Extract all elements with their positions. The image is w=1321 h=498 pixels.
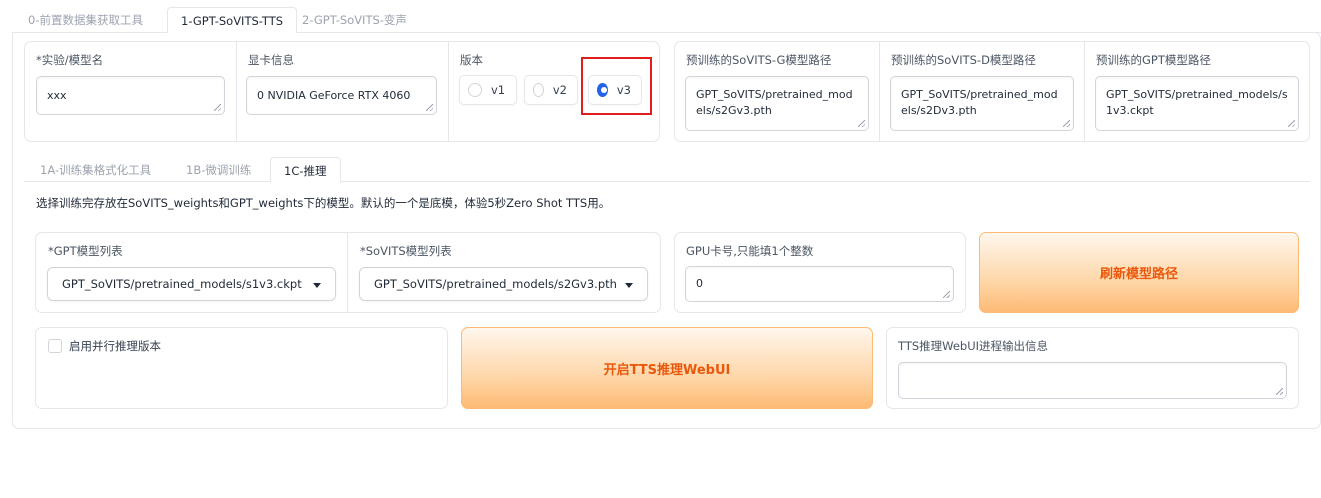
sovits-g-path-value: GPT_SoVITS/pretrained_models/s2Gv3.pth (696, 88, 853, 117)
resize-handle-icon[interactable] (943, 291, 950, 298)
gpu-number-input[interactable]: 0 (685, 266, 954, 302)
resize-handle-icon[interactable] (1276, 388, 1283, 395)
inference-description: 选择训练完存放在SoVITS_weights和GPT_weights下的模型。默… (36, 196, 611, 210)
version-radio-v1[interactable]: v1 (459, 75, 517, 105)
tab-voice-change[interactable]: 2-GPT-SoVITS-变声 (302, 7, 407, 33)
divider (879, 42, 880, 141)
divider (236, 42, 237, 141)
parallel-inference-checkbox[interactable] (48, 339, 62, 353)
tab-inference[interactable]: 1C-推理 (270, 157, 341, 183)
gpt-model-dropdown[interactable]: GPT_SoVITS/pretrained_models/s1v3.ckpt (47, 267, 336, 301)
divider (347, 233, 348, 312)
resize-handle-icon[interactable] (1063, 120, 1070, 127)
gpu-number-label: GPU卡号,只能填1个整数 (686, 244, 814, 258)
tab-gpt-sovits-tts[interactable]: 1-GPT-SoVITS-TTS (167, 7, 298, 33)
top-tab-bar: 0-前置数据集获取工具 1-GPT-SoVITS-TTS 2-GPT-SoVIT… (0, 0, 1321, 34)
radio-circle-icon (533, 83, 544, 97)
output-info-textbox[interactable] (898, 362, 1287, 399)
output-info-label: TTS推理WebUI进程输出信息 (898, 339, 1049, 353)
refresh-model-button[interactable]: 刷新模型路径 (979, 232, 1299, 313)
tab-finetune[interactable]: 1B-微调训练 (186, 157, 251, 183)
version-v2-label: v2 (552, 83, 567, 97)
sovits-d-path-value: GPT_SoVITS/pretrained_models/s2Dv3.pth (901, 88, 1058, 117)
gpu-info-value: 0 NVIDIA GeForce RTX 4060 (257, 89, 411, 102)
tab-data-tools[interactable]: 0-前置数据集获取工具 (28, 7, 143, 33)
sovits-d-path-input[interactable]: GPT_SoVITS/pretrained_models/s2Dv3.pth (890, 76, 1074, 131)
sovits-model-selected: GPT_SoVITS/pretrained_models/s2Gv3.pth (374, 277, 617, 291)
sovits-g-label: 预训练的SoVITS-G模型路径 (686, 53, 832, 67)
version-radio-v2[interactable]: v2 (524, 75, 578, 105)
resize-handle-icon[interactable] (426, 104, 433, 111)
gpu-info-field[interactable]: 0 NVIDIA GeForce RTX 4060 (246, 76, 437, 115)
caret-down-icon (313, 283, 321, 288)
sovits-list-label: *SoVITS模型列表 (360, 244, 452, 258)
gpu-number-value: 0 (696, 277, 703, 290)
experiment-name-label: *实验/模型名 (36, 53, 104, 67)
radio-circle-icon (468, 83, 482, 97)
gpt-list-label: *GPT模型列表 (48, 244, 123, 258)
caret-down-icon (625, 283, 633, 288)
highlight-box (581, 57, 652, 115)
sovits-g-path-input[interactable]: GPT_SoVITS/pretrained_models/s2Gv3.pth (685, 76, 869, 131)
version-v1-label: v1 (491, 83, 506, 97)
gpt-path-value: GPT_SoVITS/pretrained_models/s1v3.ckpt (1106, 88, 1288, 117)
version-label: 版本 (460, 53, 483, 67)
divider (448, 42, 449, 141)
tab-dataset-format[interactable]: 1A-训练集格式化工具 (40, 157, 151, 183)
resize-handle-icon[interactable] (214, 104, 221, 111)
divider (1084, 42, 1085, 141)
parallel-inference-label[interactable]: 启用并行推理版本 (69, 338, 161, 354)
experiment-name-value: xxx (47, 89, 67, 102)
gpu-info-label: 显卡信息 (248, 53, 294, 67)
sovits-model-dropdown[interactable]: GPT_SoVITS/pretrained_models/s2Gv3.pth (359, 267, 648, 301)
sovits-d-label: 预训练的SoVITS-D模型路径 (891, 53, 1036, 67)
resize-handle-icon[interactable] (858, 120, 865, 127)
start-tts-webui-button[interactable]: 开启TTS推理WebUI (461, 327, 873, 409)
experiment-name-input[interactable]: xxx (36, 76, 225, 115)
gpt-path-label: 预训练的GPT模型路径 (1096, 53, 1211, 67)
resize-handle-icon[interactable] (1288, 120, 1295, 127)
gpt-model-selected: GPT_SoVITS/pretrained_models/s1v3.ckpt (62, 277, 302, 291)
gpt-path-input[interactable]: GPT_SoVITS/pretrained_models/s1v3.ckpt (1095, 76, 1299, 131)
